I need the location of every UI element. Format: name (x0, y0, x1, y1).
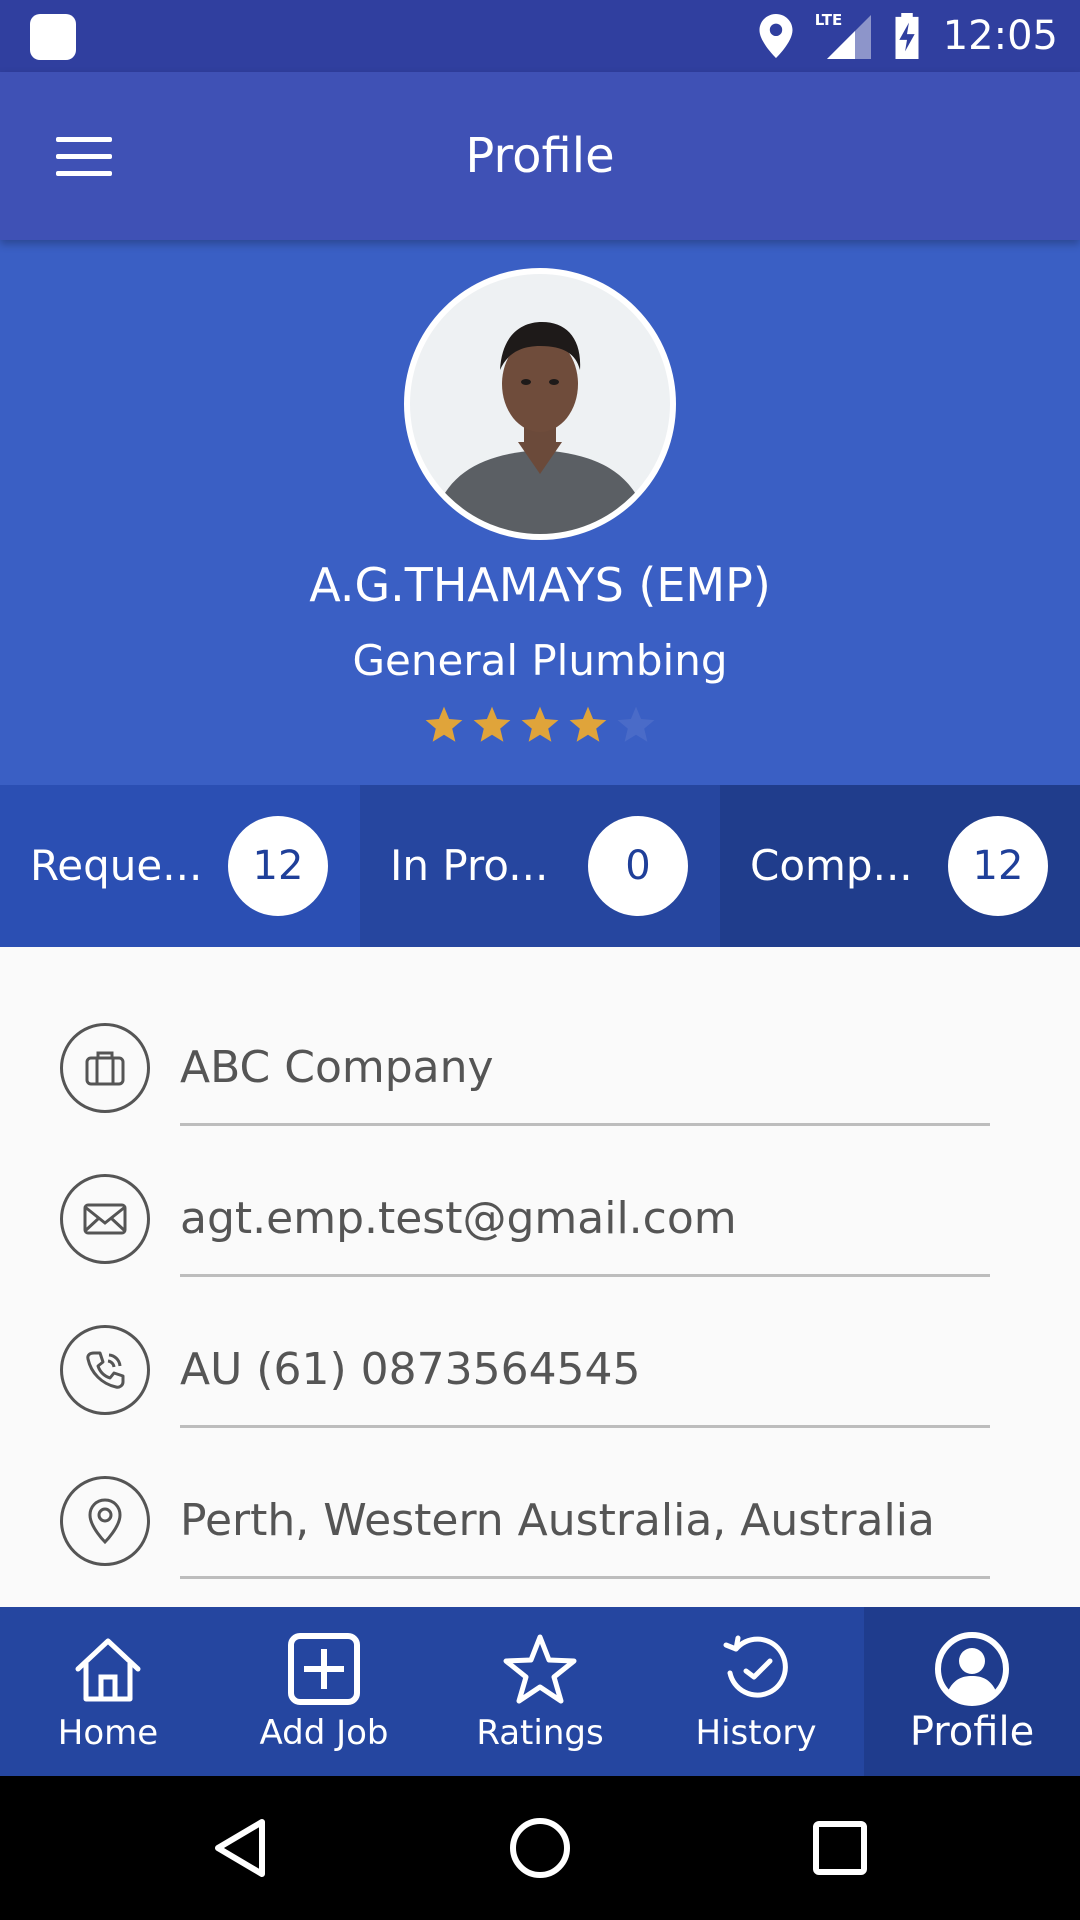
notification-app-icon (30, 14, 76, 60)
recents-icon[interactable] (804, 1812, 876, 1884)
add-box-icon (288, 1633, 360, 1705)
system-navigation-bar (0, 1776, 1080, 1920)
rating-star-icon (569, 706, 607, 742)
location-icon (759, 14, 793, 58)
nav-history[interactable]: History (648, 1607, 864, 1776)
phone-field[interactable]: AU (61) 0873564545 (180, 1344, 641, 1395)
rating-star-icon (521, 706, 559, 742)
divider (180, 1576, 990, 1579)
nav-add-job[interactable]: Add Job (216, 1607, 432, 1776)
avatar-photo (410, 274, 670, 534)
stat-count-badge: 0 (588, 816, 688, 916)
nav-profile[interactable]: Profile (864, 1607, 1080, 1776)
nav-ratings[interactable]: Ratings (432, 1607, 648, 1776)
profile-info-list: ABC Company agt.emp.test@gmail.com AU (6… (0, 947, 1080, 1607)
company-field[interactable]: ABC Company (180, 1042, 494, 1093)
stat-label: Comp... (750, 841, 913, 890)
stat-requests-tab[interactable]: Reque... 12 (0, 785, 360, 947)
stat-label: Reque... (30, 841, 203, 890)
lte-signal-icon: LTE (814, 11, 871, 59)
nav-label: Home (57, 1713, 159, 1753)
back-icon[interactable] (204, 1812, 276, 1884)
star-outline-icon (503, 1634, 577, 1704)
job-stats: Reque... 12 In Pro... 0 Comp... 12 (0, 785, 1080, 947)
network-type-label: LTE (814, 11, 843, 29)
avatar[interactable] (404, 268, 676, 540)
phone-row: AU (61) 0873564545 (0, 1249, 1080, 1428)
status-icons: LTE 12:05 (759, 0, 1058, 72)
location-pin-icon (60, 1476, 150, 1566)
stat-completed-tab[interactable]: Comp... 12 (720, 785, 1080, 947)
stat-label: In Pro... (390, 841, 549, 890)
battery-charging-icon (895, 13, 919, 59)
rating-star-icon (617, 706, 655, 742)
nav-home[interactable]: Home (0, 1607, 216, 1776)
profile-name: A.G.THAMAYS (EMP) (309, 558, 771, 612)
bottom-navigation: Home Add Job Ratings History Profile (0, 1607, 1080, 1776)
page-title: Profile (465, 128, 615, 184)
email-row: agt.emp.test@gmail.com (0, 1098, 1080, 1277)
stat-count-badge: 12 (228, 816, 328, 916)
company-row: ABC Company (0, 947, 1080, 1126)
account-circle-icon (935, 1632, 1009, 1706)
rating-star-icon (473, 706, 511, 742)
rating-stars (0, 704, 1080, 746)
stat-count-badge: 12 (948, 816, 1048, 916)
location-field[interactable]: Perth, Western Australia, Australia (180, 1495, 935, 1546)
location-row: Perth, Western Australia, Australia (0, 1400, 1080, 1579)
rating-star-icon (425, 706, 463, 742)
stat-in-progress-tab[interactable]: In Pro... 0 (360, 785, 720, 947)
email-field[interactable]: agt.emp.test@gmail.com (180, 1193, 737, 1244)
profile-header: A.G.THAMAYS (EMP) General Plumbing (0, 240, 1080, 785)
status-bar: LTE 12:05 (0, 0, 1080, 72)
home-circle-icon[interactable] (504, 1812, 576, 1884)
history-icon (723, 1635, 788, 1698)
nav-label: Profile (909, 1709, 1035, 1755)
nav-label: Ratings (476, 1713, 604, 1753)
status-time: 12:05 (942, 13, 1058, 59)
nav-label: History (695, 1713, 817, 1753)
home-icon (75, 1638, 141, 1702)
profile-role: General Plumbing (352, 636, 728, 685)
app-bar: Profile (0, 72, 1080, 240)
nav-label: Add Job (259, 1713, 389, 1753)
